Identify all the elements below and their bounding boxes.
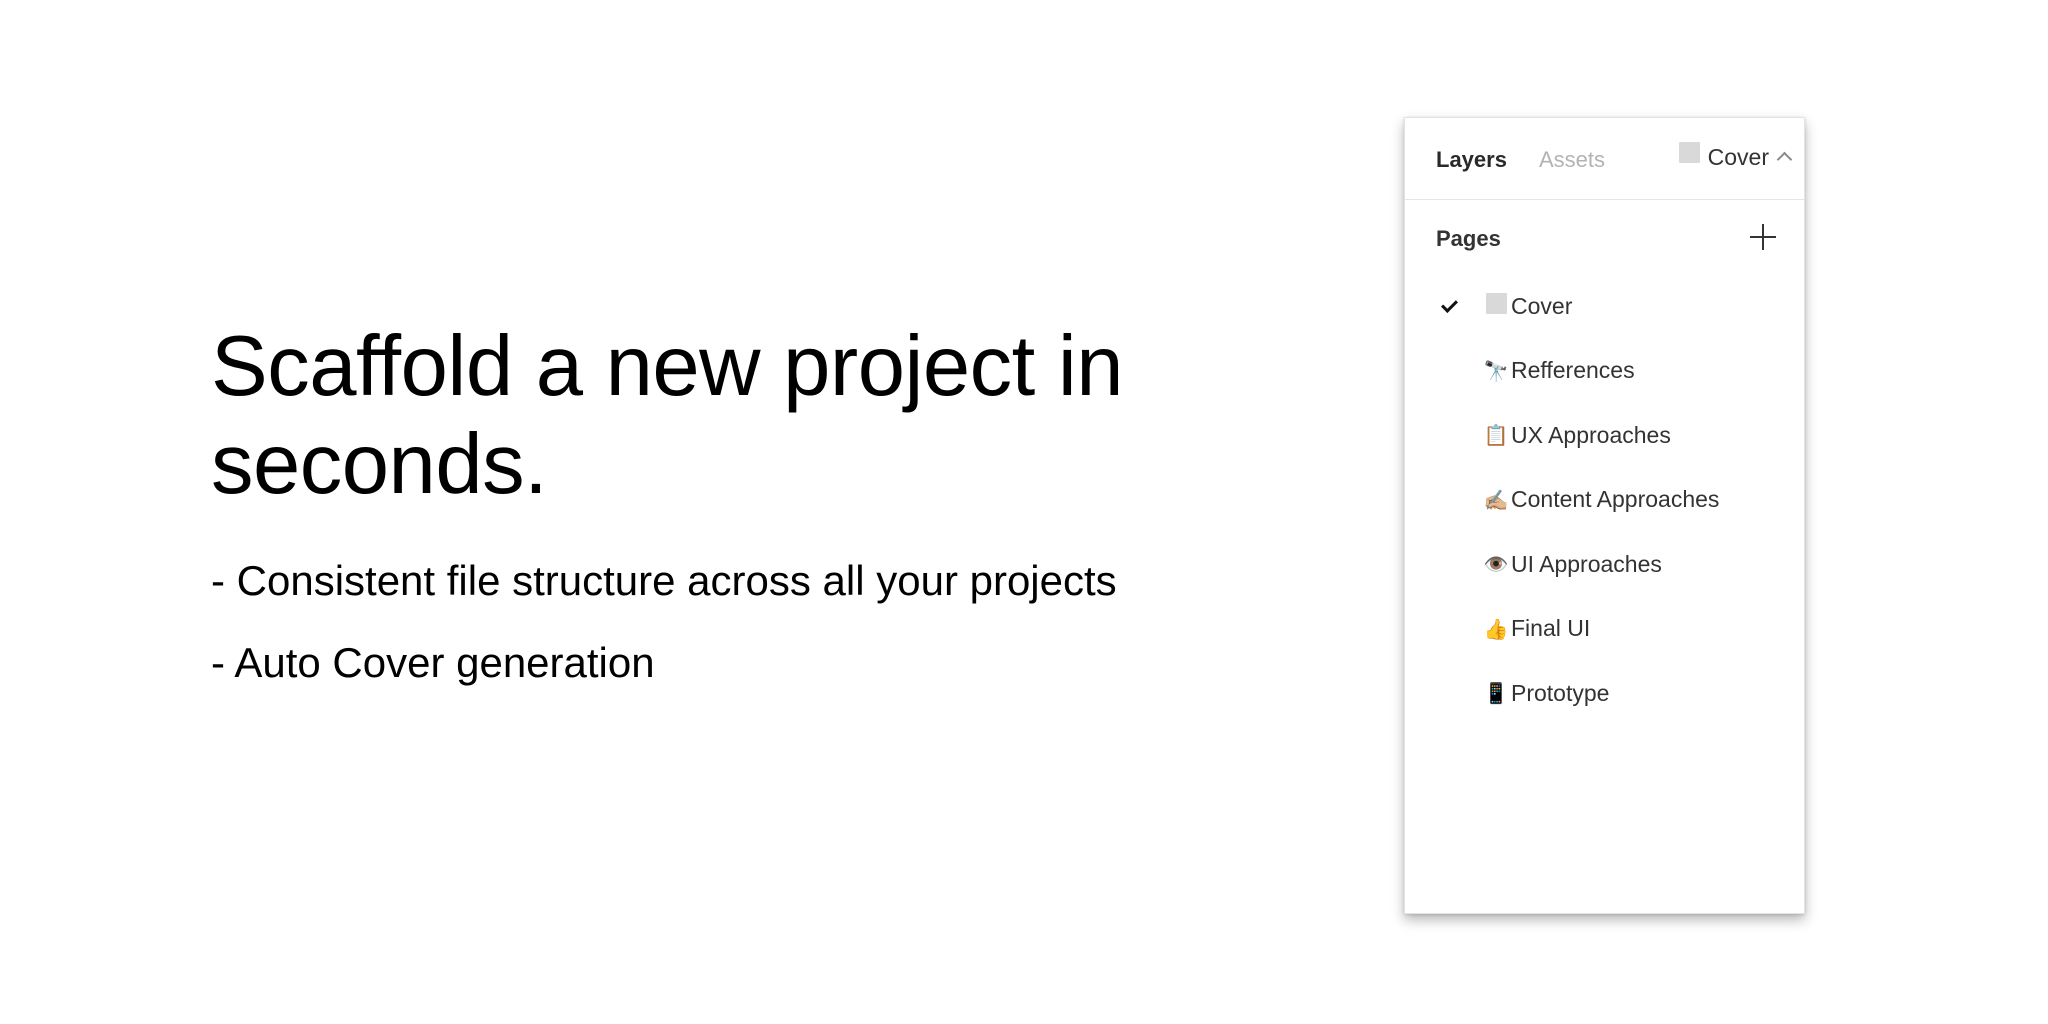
add-page-icon[interactable]: [1750, 224, 1776, 250]
page-item-content-approaches[interactable]: ✍🏼 Content Approaches: [1405, 468, 1804, 533]
cover-swatch-icon: [1678, 142, 1700, 163]
page-selector-label: Cover: [1707, 144, 1769, 170]
pages-title: Pages: [1436, 226, 1501, 251]
thumbs-up-icon: 👍: [1483, 616, 1509, 641]
page-label: Prototype: [1511, 679, 1610, 706]
page-item-ui-approaches[interactable]: 👁️ UI Approaches: [1405, 532, 1804, 597]
hero-title: Scaffold a new project in seconds.: [211, 319, 1124, 512]
writing-hand-icon: ✍🏼: [1483, 487, 1509, 512]
tab-layers[interactable]: Layers: [1436, 146, 1507, 174]
eye-icon: 👁️: [1483, 552, 1509, 577]
page-item-prototype[interactable]: 📱 Prototype: [1405, 661, 1804, 726]
page-label: Final UI: [1511, 615, 1591, 642]
page-label: Refferences: [1511, 357, 1635, 384]
hero-bullet: - Consistent file structure across all y…: [211, 557, 1117, 604]
page-label: Content Approaches: [1511, 486, 1720, 513]
telescope-icon: 🔭: [1483, 358, 1509, 383]
stage: Scaffold a new project in seconds. - Con…: [0, 0, 2048, 1024]
hero-bullets: - Consistent file structure across all y…: [211, 556, 1211, 688]
layers-panel: Layers Assets Cover Pages Cover 🔭 Reffer…: [1404, 117, 1805, 914]
hero-section: Scaffold a new project in seconds. - Con…: [211, 318, 1211, 720]
page-list: Cover 🔭 Refferences 📋 UX Approaches ✍🏼 C…: [1405, 274, 1804, 726]
cover-swatch-icon: [1483, 293, 1509, 318]
clipboard-icon: 📋: [1483, 423, 1509, 448]
page-item-ux-approaches[interactable]: 📋 UX Approaches: [1405, 403, 1804, 468]
page-item-refferences[interactable]: 🔭 Refferences: [1405, 339, 1804, 404]
checkmark-icon: [1441, 296, 1458, 313]
page-item-final-ui[interactable]: 👍 Final UI: [1405, 597, 1804, 662]
tab-assets[interactable]: Assets: [1539, 146, 1605, 174]
page-selector[interactable]: Cover: [1678, 142, 1793, 171]
page-label: UX Approaches: [1511, 421, 1671, 448]
hero-bullet: - Auto Cover generation: [211, 639, 655, 686]
page-label: UI Approaches: [1511, 550, 1662, 577]
chevron-up-icon: [1776, 151, 1793, 168]
mobile-phone-icon: 📱: [1483, 681, 1509, 706]
page-label: Cover: [1511, 292, 1573, 319]
panel-header: Layers Assets Cover: [1405, 118, 1804, 200]
page-item-cover[interactable]: Cover: [1405, 274, 1804, 339]
